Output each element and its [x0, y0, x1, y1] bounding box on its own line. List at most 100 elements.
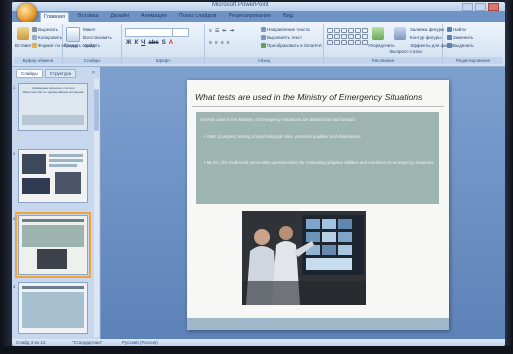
outdent-button[interactable]: ⇥: [230, 28, 234, 34]
panel-scrollbar[interactable]: [94, 79, 99, 337]
tab-design[interactable]: Дизайн: [107, 12, 132, 22]
reset-button[interactable]: Восстановить: [83, 35, 112, 40]
smartart-icon: [261, 43, 266, 49]
font-label: Шрифт: [122, 57, 204, 64]
text-direction-icon: [261, 27, 266, 33]
bullet-1: • SMIL (complex) testing of psychologica…: [204, 134, 361, 139]
thumb-number: 3: [13, 216, 16, 221]
minimize-button[interactable]: [462, 3, 473, 11]
editing-label: Редактирование: [443, 57, 503, 64]
text-direction-button[interactable]: Направление текста: [261, 27, 310, 33]
arrange-button[interactable]: Упорядочить: [368, 43, 395, 48]
shape-fill-button[interactable]: Заливка фигуры: [410, 27, 444, 32]
replace-button[interactable]: Заменить: [447, 35, 473, 41]
align-text-button[interactable]: Выровнять текст: [261, 35, 302, 41]
status-bar: Слайд 3 из 12 "Стандартная" Русский (Рос…: [12, 339, 505, 346]
scissors-icon: [32, 27, 37, 33]
quick-styles-icon[interactable]: [394, 27, 406, 40]
align-left-button[interactable]: ≡: [209, 40, 212, 46]
shadow-button[interactable]: S: [162, 40, 166, 46]
thumb-photo: [55, 172, 81, 194]
panel-tabs: Слайды Структура: [16, 69, 77, 78]
tab-animation[interactable]: Анимация: [138, 12, 170, 22]
slide-thumbnail-1[interactable]: Суммарные вопросы о тесте в Министерстве…: [18, 83, 88, 131]
italic-button[interactable]: К: [134, 40, 138, 46]
align-center-button[interactable]: ≡: [215, 40, 218, 46]
language-indicator[interactable]: Русский (Россия): [122, 340, 158, 345]
select-button[interactable]: Выделить: [447, 43, 474, 49]
bullets-button[interactable]: ≡: [209, 28, 212, 34]
title-divider: [192, 106, 444, 107]
layout-button[interactable]: Макет: [83, 27, 96, 32]
align-text-icon: [261, 35, 266, 41]
paragraph-label: Абзац: [205, 57, 323, 64]
title-bar: Microsoft PowerPoint: [12, 2, 505, 11]
office-button[interactable]: [17, 3, 37, 23]
arrange-icon[interactable]: [372, 27, 384, 40]
paste-icon[interactable]: [17, 27, 29, 40]
strike-button[interactable]: abc: [148, 40, 158, 46]
copy-button[interactable]: Копировать: [32, 35, 62, 41]
ribbon: Вставить Вырезать Копировать Формат по о…: [12, 22, 505, 67]
maximize-button[interactable]: [475, 3, 486, 11]
font-color-button[interactable]: A: [169, 40, 173, 46]
intro-text: All tests used in the Ministry of Emerge…: [200, 117, 356, 122]
replace-icon: [447, 35, 452, 41]
control-room-image: [242, 211, 366, 305]
new-slide-icon[interactable]: [66, 27, 80, 42]
smartart-button[interactable]: Преобразовать в SmartArt: [261, 43, 322, 49]
numbering-button[interactable]: ☰: [215, 28, 219, 34]
quick-styles-button[interactable]: Экспресс-стили: [389, 49, 422, 54]
current-slide[interactable]: What tests are used in the Ministry of E…: [187, 80, 449, 330]
align-right-button[interactable]: ≡: [221, 40, 224, 46]
tab-outline[interactable]: Структура: [44, 69, 77, 78]
editing-group: Найти Заменить Выделить Редактирование: [443, 24, 503, 64]
bold-button[interactable]: Ж: [126, 40, 131, 46]
slide-work-area: What tests are used in the Ministry of E…: [101, 67, 505, 339]
slide-photo[interactable]: [242, 211, 366, 305]
tab-slideshow[interactable]: Показ слайдов: [176, 12, 220, 22]
find-button[interactable]: Найти: [447, 27, 466, 33]
thumb-photo: [22, 178, 50, 194]
window-controls: [462, 3, 499, 11]
slide-thumbnail-3[interactable]: [15, 212, 91, 278]
ribbon-tabs: Главная Вставка Дизайн Анимация Показ сл…: [40, 12, 296, 22]
content-textbox[interactable]: All tests used in the Ministry of Emerge…: [196, 112, 439, 204]
drawing-label: Рисование: [324, 57, 442, 64]
paragraph-group: ≡ ☰ ⇤ ⇥ ≡ ≡ ≡ ≡ Направление текста Выров…: [205, 24, 324, 64]
brush-icon: [32, 43, 37, 49]
clipboard-label: Буфер обмена: [14, 57, 62, 64]
tab-insert[interactable]: Вставка: [75, 12, 101, 22]
tab-slides[interactable]: Слайды: [16, 69, 43, 78]
align-buttons: ≡ ≡ ≡ ≡: [209, 40, 230, 46]
slide-thumbnail-4[interactable]: [18, 282, 88, 334]
font-name-field[interactable]: [125, 28, 173, 37]
slide-title[interactable]: What tests are used in the Ministry of E…: [195, 92, 445, 102]
screen: Microsoft PowerPoint Главная Вставка Диз…: [12, 2, 505, 346]
scrollbar-thumb[interactable]: [94, 89, 99, 131]
slide-counter: Слайд 3 из 12: [16, 340, 46, 345]
font-size-field[interactable]: [172, 28, 189, 37]
underline-button[interactable]: Ч: [141, 40, 145, 46]
thumb-number: 4: [13, 284, 16, 289]
cut-button[interactable]: Вырезать: [32, 27, 58, 33]
indent-button[interactable]: ⇤: [222, 28, 226, 34]
tab-view[interactable]: Вид: [280, 12, 296, 22]
shapes-gallery[interactable]: [327, 28, 368, 45]
select-icon: [447, 43, 452, 49]
monitor-bezel-right: [505, 0, 513, 354]
theme-name: "Стандартная": [72, 340, 103, 345]
panel-close-icon[interactable]: ×: [92, 70, 95, 76]
thumb-title: Суммарные вопросы о тесте в Министерстве…: [22, 86, 84, 94]
slide-footer-band: [187, 318, 449, 330]
binoculars-icon: [447, 27, 452, 33]
close-button[interactable]: [488, 3, 499, 11]
shape-outline-button[interactable]: Контур фигуры: [410, 35, 441, 40]
tab-home[interactable]: Главная: [40, 12, 69, 22]
drawing-group: Упорядочить Экспресс-стили Заливка фигур…: [324, 24, 453, 64]
tab-review[interactable]: Рецензирование: [226, 12, 274, 22]
justify-button[interactable]: ≡: [227, 40, 230, 46]
delete-slide-button[interactable]: Удалить: [83, 43, 100, 48]
list-buttons: ≡ ☰ ⇤ ⇥: [209, 28, 234, 34]
slide-thumbnail-2[interactable]: [18, 149, 88, 203]
